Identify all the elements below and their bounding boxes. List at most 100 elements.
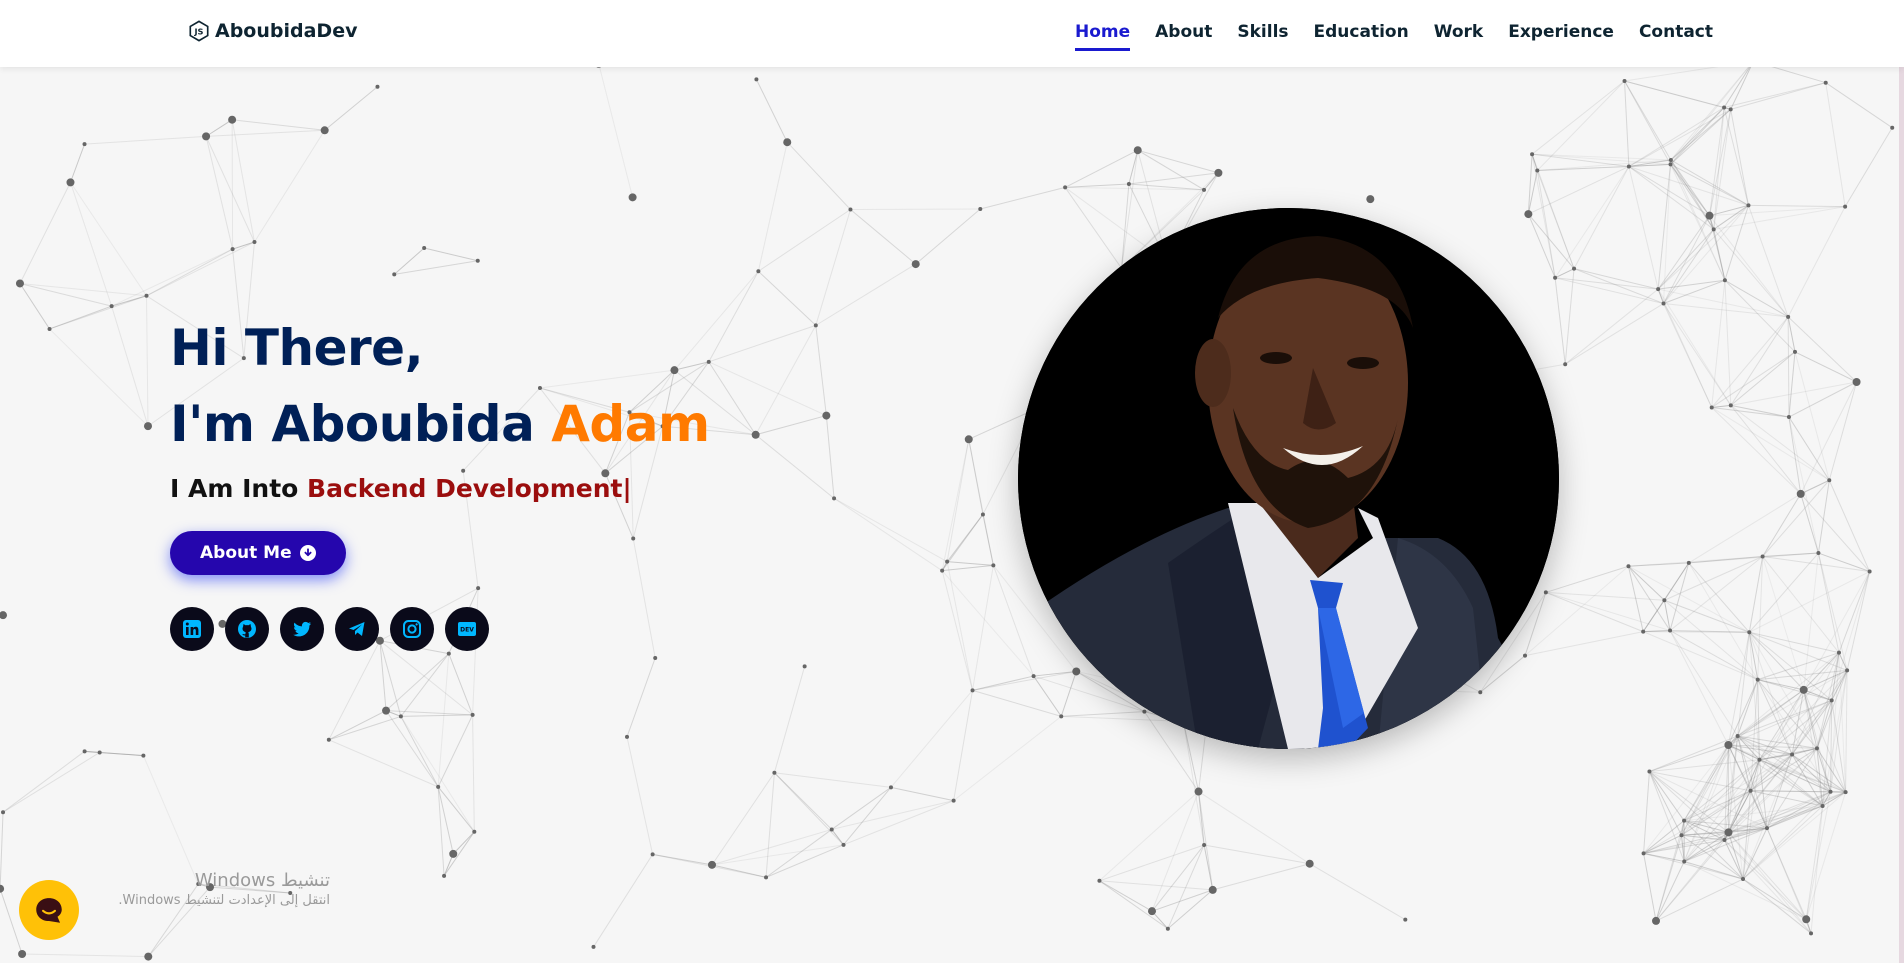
particle-link [386, 710, 473, 716]
particle-dot [1478, 690, 1483, 695]
particle-dot [1668, 628, 1673, 633]
particle-dot [1802, 915, 1811, 924]
particle-link [1748, 552, 1819, 633]
particle-link [1655, 878, 1744, 922]
particle-link [146, 248, 233, 297]
particle-dot [1711, 227, 1716, 232]
nav-contact[interactable]: Contact [1639, 22, 1713, 51]
particle-link [232, 119, 325, 131]
particle-dot [82, 142, 87, 147]
dev-icon[interactable]: DEV [445, 607, 489, 651]
particle-dot [945, 559, 950, 564]
particle-link [70, 143, 85, 183]
nav-experience[interactable]: Experience [1508, 22, 1614, 51]
particle-dot [1097, 878, 1102, 883]
particle-link [19, 282, 147, 297]
particle-link [1545, 565, 1629, 593]
particle-link [1204, 844, 1310, 865]
particle-link [1724, 839, 1807, 920]
about-me-button[interactable]: About Me [170, 531, 346, 575]
linkedin-icon[interactable] [170, 607, 214, 651]
particle-link [1099, 844, 1205, 882]
particle-dot [1668, 157, 1673, 162]
particle-dot [911, 260, 920, 269]
svg-text:JS: JS [193, 27, 203, 37]
particle-link [1167, 889, 1214, 930]
watermark-line1: تنشيط Windows [194, 870, 330, 891]
particle-link [1803, 571, 1871, 691]
particle-link [205, 119, 233, 137]
particle-dot [628, 193, 637, 202]
particle-dot [1535, 168, 1540, 173]
particle-link [1151, 889, 1213, 912]
particle-link [1545, 591, 1671, 632]
particle-link [755, 415, 827, 436]
instagram-icon[interactable] [390, 607, 434, 651]
particle-dot [230, 247, 235, 252]
particle-dot [1786, 415, 1791, 420]
particle-dot [1305, 859, 1314, 868]
particle-link [49, 295, 147, 330]
particle-dot [475, 258, 480, 263]
windows-activation-watermark: تنشيط Windows انتقل إلى الإعدادت لتنشيط … [90, 870, 330, 908]
particle-dot [1728, 403, 1733, 408]
particle-link [1531, 154, 1556, 278]
particle-link [1762, 556, 1870, 573]
particle-link [1060, 671, 1077, 717]
particle-dot [1403, 917, 1408, 922]
nav-work[interactable]: Work [1434, 22, 1484, 51]
particle-link [19, 283, 50, 330]
particle-link [1663, 215, 1710, 304]
particle-link [953, 715, 1062, 802]
particle-dot [1553, 275, 1558, 280]
particle-link [1624, 80, 1725, 108]
particle-link [711, 844, 844, 866]
nav-education[interactable]: Education [1314, 22, 1409, 51]
github-icon[interactable] [225, 607, 269, 651]
particle-link [324, 86, 378, 131]
particle-dot [625, 734, 630, 739]
particle-link [1730, 351, 1796, 406]
particle-link [142, 755, 199, 885]
particle-dot [1843, 790, 1848, 795]
particle-link [833, 497, 948, 563]
particle-dot [1746, 203, 1751, 208]
particle-dot [829, 827, 834, 832]
particle-link [1064, 187, 1122, 269]
particle-link [1198, 791, 1310, 865]
particle-link [1649, 771, 1685, 821]
nav-about[interactable]: About [1155, 22, 1212, 51]
particle-dot [1622, 79, 1627, 84]
particle-link [815, 209, 851, 326]
particle-dot [228, 115, 237, 124]
particle-link [755, 434, 835, 499]
particle-dot [1764, 826, 1769, 831]
twitter-icon[interactable] [280, 607, 324, 651]
chat-bubble-icon[interactable] [19, 880, 79, 940]
particle-dot [1828, 789, 1833, 794]
particle-link [1554, 277, 1566, 365]
particle-dot [1202, 187, 1207, 192]
particle-dot [1668, 162, 1673, 167]
particle-dot [1796, 489, 1805, 498]
particle-dot [1626, 564, 1631, 569]
particle-link [1212, 863, 1310, 891]
particle-dot [1852, 377, 1861, 386]
particle-link [1670, 164, 1710, 216]
particle-dot [1827, 478, 1832, 483]
nav-skills[interactable]: Skills [1237, 22, 1288, 51]
logo[interactable]: JS AboubidaDev [188, 20, 357, 42]
nav-home[interactable]: Home [1074, 22, 1131, 51]
particle-link [328, 715, 402, 741]
particle-link [1664, 599, 1759, 681]
particle-link [1643, 771, 1650, 854]
particle-dot [392, 272, 397, 277]
particle-link [972, 670, 1077, 691]
particle-link [1748, 204, 1846, 208]
particle-link [1787, 316, 1790, 418]
particle-dot [1748, 788, 1753, 793]
telegram-icon[interactable] [335, 607, 379, 651]
particle-dot [144, 952, 153, 961]
particle-link [1309, 863, 1406, 921]
particle-link [1709, 206, 1846, 217]
